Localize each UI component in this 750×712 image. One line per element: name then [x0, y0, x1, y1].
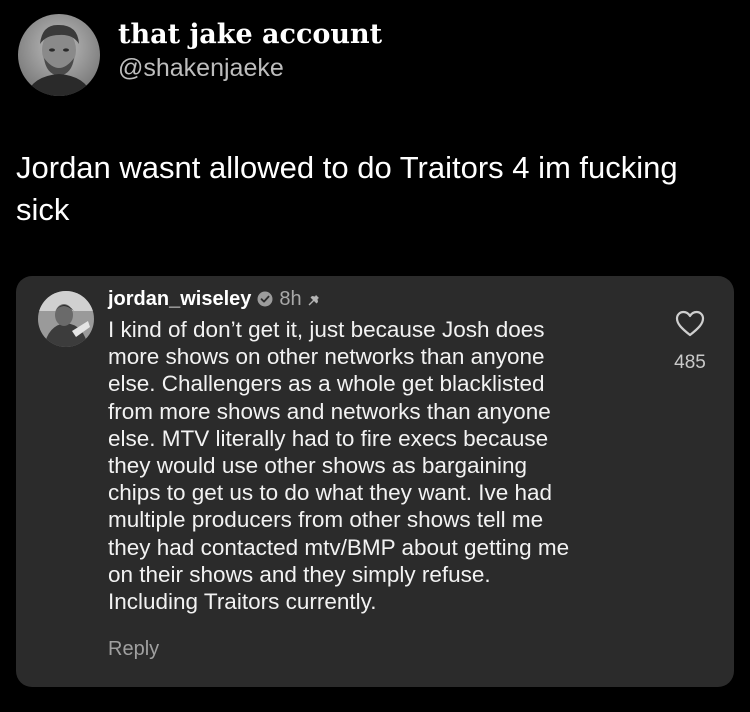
comment-timestamp: 8h — [279, 287, 302, 310]
avatar-photo-icon — [18, 14, 100, 96]
like-count: 485 — [674, 352, 706, 373]
comment-avatar[interactable] — [38, 291, 94, 347]
comment-body-line: more shows on other networks than anyone — [108, 344, 545, 370]
comment-body-line: else. MTV literally had to fire execs be… — [108, 425, 549, 451]
comment-body-line: I kind of don’t get it, just because Jos… — [108, 317, 545, 342]
comment-body-line: they had contacted mtv/BMP about getting… — [108, 534, 570, 560]
tweet-text-line: sick — [16, 192, 70, 227]
user-handle[interactable]: @shakenjaeke — [118, 52, 382, 84]
heart-icon[interactable] — [675, 310, 705, 338]
comment-avatar-photo-icon — [38, 291, 94, 347]
reply-button[interactable]: Reply — [108, 638, 159, 661]
comment-body-line: else. Challengers as a whole get blackli… — [108, 371, 545, 397]
tweet-text: Jordan wasnt allowed to do Traitors 4 im… — [16, 147, 736, 231]
tweet-text-line: Jordan wasnt allowed to do Traitors 4 im… — [16, 150, 678, 185]
tweet-header: that jake account @shakenjaeke — [18, 14, 382, 96]
display-name[interactable]: that jake account — [118, 18, 382, 52]
verified-badge-icon — [257, 291, 273, 307]
comment-body-line: multiple producers from other shows tell… — [108, 507, 544, 533]
comment-body-line: on their shows and they simply refuse. — [108, 561, 491, 587]
comment-body: I kind of don’t get it, just because Jos… — [108, 316, 638, 615]
like-control: 485 — [660, 310, 720, 374]
pin-icon — [306, 290, 324, 308]
comment-body-line: chips to get us to do what they want. Iv… — [108, 480, 553, 506]
avatar[interactable] — [18, 14, 100, 96]
comment-body-line: Including Traitors currently. — [108, 589, 377, 615]
comment-screenshot-card: jordan_wiseley 8h I kind of don’t get it… — [16, 276, 734, 687]
comment-body-line: from more shows and networks than anyone — [108, 398, 551, 424]
comment-body-line: they would use other shows as bargaining — [108, 453, 528, 479]
comment-username[interactable]: jordan_wiseley — [108, 288, 251, 311]
